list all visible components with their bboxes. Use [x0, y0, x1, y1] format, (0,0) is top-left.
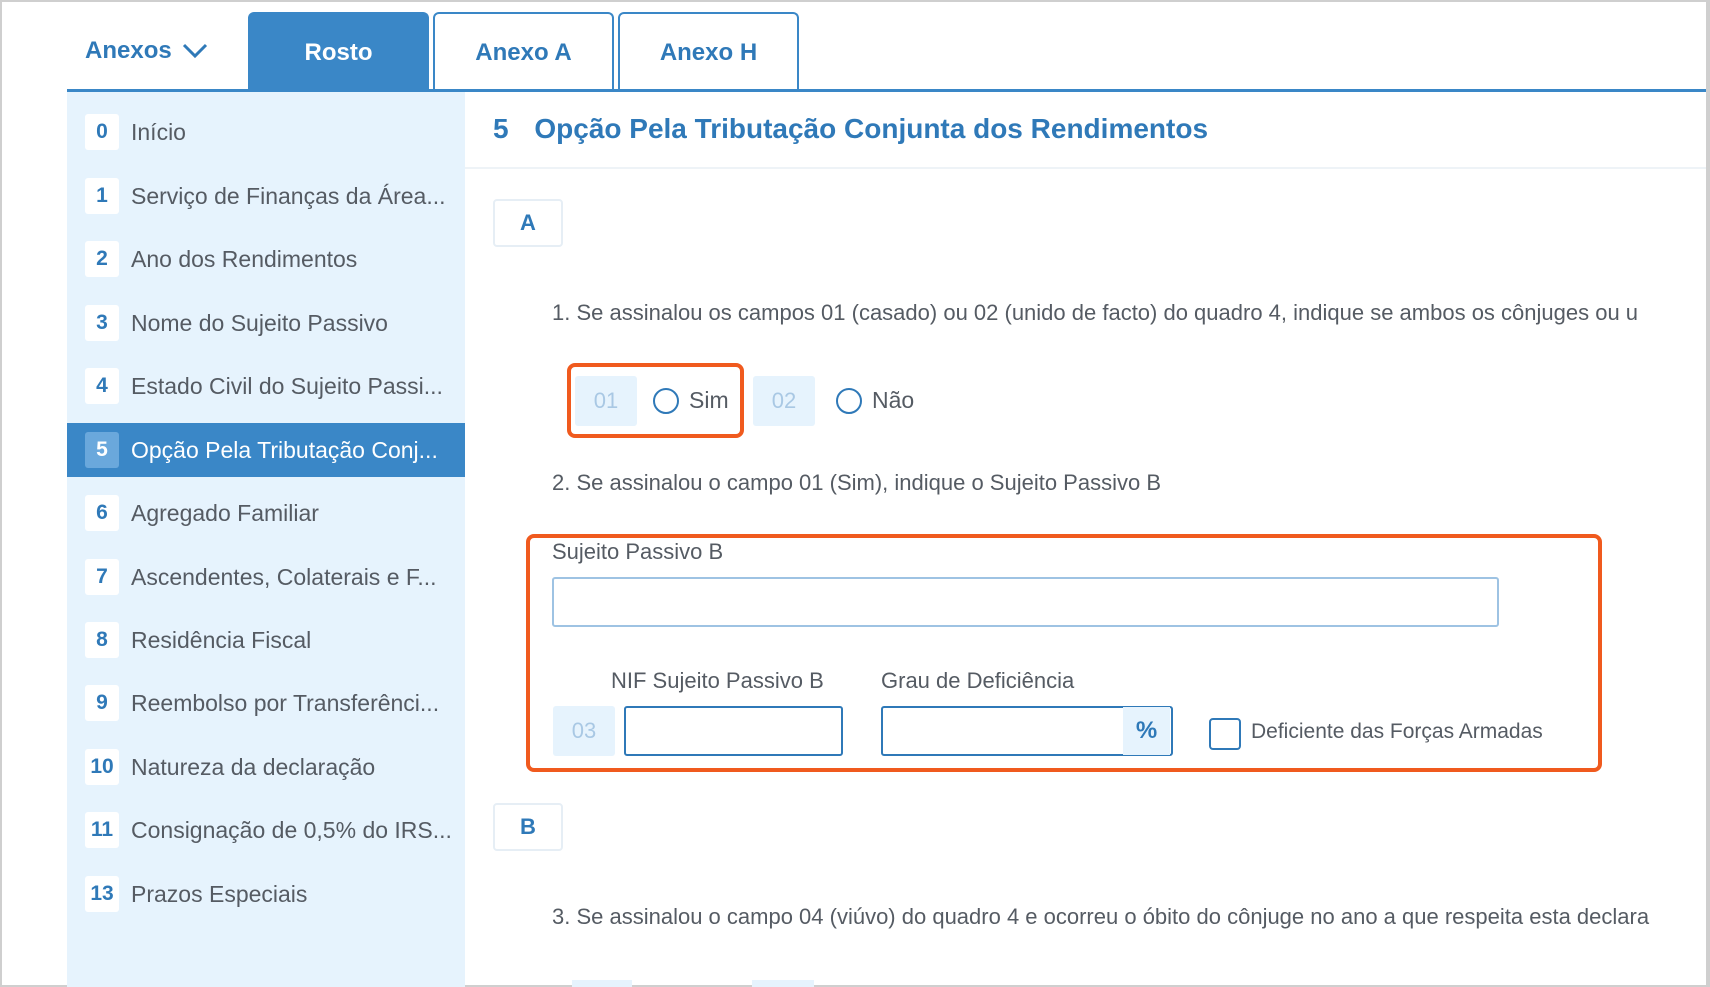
sidebar-item-number: 11 [85, 812, 119, 848]
sidebar-item-nome-sujeito[interactable]: 3 Nome do Sujeito Passivo [67, 296, 465, 350]
sidebar-item-prazos-especiais[interactable]: 13 Prazos Especiais [67, 867, 465, 921]
sidebar-item-consignacao[interactable]: 11 Consignação de 0,5% do IRS... [67, 803, 465, 857]
question-2: 2. Se assinalou o campo 01 (Sim), indiqu… [552, 470, 1161, 495]
sidebar-item-ano-rendimentos[interactable]: 2 Ano dos Rendimentos [67, 232, 465, 286]
sidebar-item-estado-civil[interactable]: 4 Estado Civil do Sujeito Passi... [67, 359, 465, 413]
sidebar-item-label: Reembolso por Transferênci... [131, 689, 440, 716]
sidebar-item-number: 1 [85, 178, 119, 214]
question-1: 1. Se assinalou os campos 01 (casado) ou… [552, 300, 1639, 325]
chevron-down-icon [182, 43, 207, 59]
page-title: 5 Opção Pela Tributação Conjunta dos Ren… [493, 113, 1208, 145]
sidebar-item-label: Serviço de Finanças da Área... [131, 182, 446, 209]
sidebar-item-label: Opção Pela Tributação Conj... [131, 436, 438, 463]
frame-edge [1706, 0, 1710, 987]
sidebar-item-number: 5 [85, 432, 119, 468]
sidebar-item-number: 13 [85, 876, 119, 912]
sidebar-item-label: Estado Civil do Sujeito Passi... [131, 372, 443, 399]
radio-circle[interactable] [836, 387, 862, 414]
sidebar-item-number: 7 [85, 559, 119, 595]
partial-field [572, 980, 632, 987]
tab-anexo-a[interactable]: Anexo A [433, 12, 614, 92]
sidebar-item-number: 4 [85, 368, 119, 404]
sidebar-item-label: Nome do Sujeito Passivo [131, 309, 388, 336]
code-02: 02 [753, 376, 815, 426]
partial-field [752, 980, 814, 987]
annexes-menu[interactable]: Anexos [85, 34, 208, 68]
sidebar-item-label: Agregado Familiar [131, 499, 319, 526]
section-title-text: Opção Pela Tributação Conjunta dos Rendi… [534, 113, 1209, 144]
sidebar-item-number: 0 [85, 114, 119, 150]
sidebar-item-label: Ano dos Rendimentos [131, 245, 358, 272]
sidebar-item-natureza-declaracao[interactable]: 10 Natureza da declaração [67, 740, 465, 794]
tab-anexo-h[interactable]: Anexo H [618, 12, 799, 92]
question-3: 3. Se assinalou o campo 04 (viúvo) do qu… [552, 904, 1650, 929]
sidebar-item-agregado-familiar[interactable]: 6 Agregado Familiar [67, 486, 465, 540]
sidebar-item-number: 10 [85, 749, 119, 785]
sidebar-item-reembolso[interactable]: 9 Reembolso por Transferênci... [67, 676, 465, 730]
sidebar-item-number: 2 [85, 241, 119, 277]
section-number: 5 [493, 113, 509, 144]
sidebar-item-label: Início [131, 118, 186, 145]
sidebar-item-label: Residência Fiscal [131, 626, 312, 653]
radio-nao-label: Não [872, 387, 915, 413]
highlight-box-sujeito-b [526, 534, 1602, 772]
sidebar-item-label: Ascendentes, Colaterais e F... [131, 563, 437, 590]
annexes-menu-label: Anexos [85, 37, 172, 64]
tab-label: Anexo H [659, 39, 758, 66]
sidebar-item-label: Prazos Especiais [131, 880, 308, 907]
sidebar-item-ascendentes[interactable]: 7 Ascendentes, Colaterais e F... [67, 550, 465, 604]
sidebar: 0 Início 1 Serviço de Finanças da Área..… [67, 92, 465, 987]
title-divider [465, 167, 1710, 169]
sidebar-item-servico-financas[interactable]: 1 Serviço de Finanças da Área... [67, 169, 465, 223]
sidebar-item-residencia-fiscal[interactable]: 8 Residência Fiscal [67, 613, 465, 667]
sidebar-item-number: 6 [85, 495, 119, 531]
sidebar-item-label: Consignação de 0,5% do IRS... [131, 816, 452, 843]
sidebar-item-number: 8 [85, 622, 119, 658]
box-b-label: B [493, 803, 563, 851]
highlight-box-sim [567, 363, 744, 438]
sidebar-item-number: 3 [85, 305, 119, 341]
sidebar-item-label: Natureza da declaração [131, 753, 376, 780]
tab-rosto[interactable]: Rosto [248, 12, 429, 92]
sidebar-item-inicio[interactable]: 0 Início [67, 105, 465, 159]
radio-nao[interactable]: Não [836, 387, 914, 414]
sidebar-item-number: 9 [85, 685, 119, 721]
box-a-label: A [493, 199, 563, 247]
tab-label: Anexo A [475, 39, 572, 66]
sidebar-item-opcao-tributacao[interactable]: 5 Opção Pela Tributação Conj... [67, 423, 465, 477]
tab-label: Rosto [304, 39, 373, 66]
